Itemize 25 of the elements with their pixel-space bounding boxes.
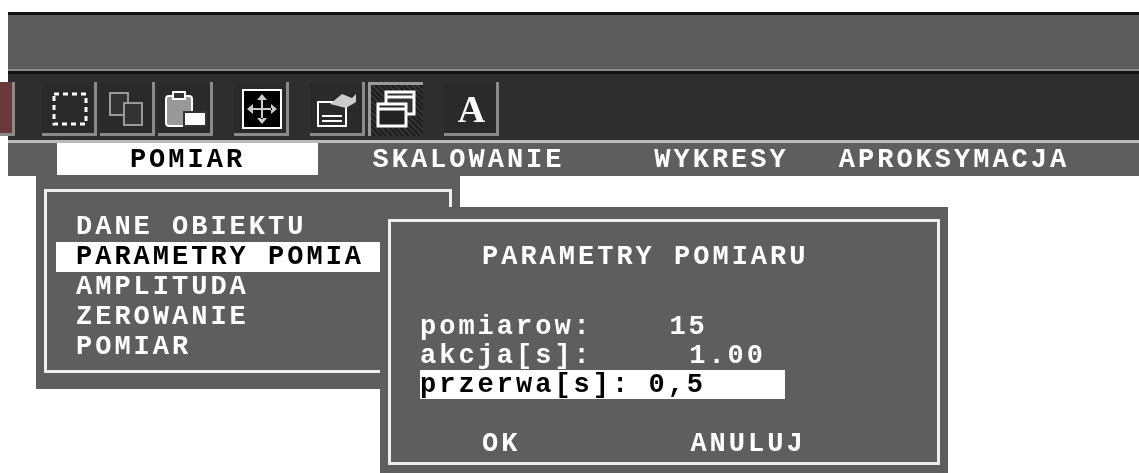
dialog-button[interactable]: ANULUJ xyxy=(690,429,806,459)
dialog-title: PARAMETRY POMIARU xyxy=(482,241,810,274)
input-field[interactable]: przerwa[s]: 0,5 xyxy=(420,370,785,399)
dropdown-item[interactable]: PARAMETRY POMIA xyxy=(56,242,380,272)
menu-item[interactable]: WYKRESY xyxy=(619,143,824,176)
dialog-button[interactable]: OK xyxy=(482,429,521,459)
dropdown-item[interactable]: DANE OBIEKTU xyxy=(56,212,380,242)
input-field[interactable]: pomiarow: 15 xyxy=(420,312,785,341)
menu-item[interactable]: SKALOWANIE xyxy=(318,143,619,176)
dropdown-item[interactable]: ZEROWANIE xyxy=(56,302,380,332)
toolbar-button[interactable] xyxy=(368,82,423,136)
toolbar-button[interactable] xyxy=(310,82,365,136)
dropdown-item[interactable]: AMPLITUDA xyxy=(56,272,380,302)
menu-item[interactable]: POMIAR xyxy=(57,143,318,176)
paste-icon xyxy=(163,90,208,128)
dashed-rectangle-icon xyxy=(51,92,88,126)
font-button[interactable]: A xyxy=(444,82,499,136)
input-field[interactable]: akcja[s]: 1.00 xyxy=(420,341,785,370)
dropdown-item[interactable]: POMIAR xyxy=(56,332,380,362)
windows-icon xyxy=(375,90,416,128)
toolbar-button[interactable] xyxy=(158,82,213,136)
menu-item[interactable]: APROKSYMACJA xyxy=(824,143,1084,176)
toolbar-button[interactable] xyxy=(42,82,97,136)
move-arrows-icon xyxy=(241,89,282,129)
toolbar-button[interactable] xyxy=(234,82,289,136)
